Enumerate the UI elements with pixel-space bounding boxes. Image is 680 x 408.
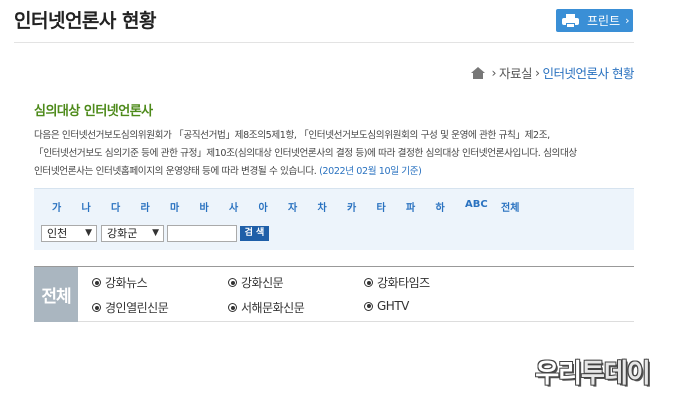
chevron-down-icon: ▼ [85,228,92,238]
breadcrumb-current: 인터넷언론사 현황 [542,66,635,81]
letter-link[interactable]: 라 [141,199,171,214]
section-title: 심의대상 인터넷언론사 [34,104,153,119]
section-description: 다음은 인터넷선거보도심의위원회가 「공직선거법」제8조의5제1항, 「인터넷선… [34,127,634,180]
description-line: 다음은 인터넷선거보도심의위원회가 「공직선거법」제8조의5제1항, 「인터넷선… [34,130,550,141]
district-select[interactable]: 강화군 ▼ [101,225,164,242]
description-line: 「인터넷선거보도 심의기준 등에 관한 규정」제10조(심의대상 인터넷언론사의… [34,147,577,159]
list-item[interactable]: 강화뉴스 [92,274,148,291]
list-item-label: 강화뉴스 [105,276,148,290]
print-button-label: 프린트 [587,14,621,28]
letter-link-all[interactable]: 전체 [501,199,531,214]
breadcrumb-item-archive[interactable]: 자료실 [499,63,533,82]
region-select-value: 인천 [47,227,68,240]
printer-icon [562,13,579,28]
letter-link-abc[interactable]: ABC [465,199,501,214]
letter-link[interactable]: 나 [82,199,112,214]
list-item-label: 서해문화신문 [241,301,305,315]
radio-bullet-icon [228,303,237,312]
letter-link[interactable]: 차 [318,199,348,214]
letter-link[interactable]: 카 [347,199,377,214]
letter-link[interactable]: 타 [377,199,407,214]
letter-link[interactable]: 다 [111,199,141,214]
list-item[interactable]: 경인열린신문 [92,299,169,316]
letter-link[interactable]: 마 [170,199,200,214]
list-item-label: 경인열린신문 [105,301,169,315]
breadcrumb-separator: › [535,65,540,80]
watermark-text: 투데이 [581,358,651,389]
radio-bullet-icon [228,278,237,287]
media-list: 전체 강화뉴스 강화신문 강화타임즈 경인열린신문 서해문화신문 GHTV [34,266,634,322]
letter-link[interactable]: 파 [406,199,436,214]
radio-bullet-icon [364,301,373,311]
radio-bullet-icon [92,303,101,312]
list-category-header: 전체 [34,267,78,322]
breadcrumb: › 자료실 › 인터넷언론사 현황 [470,63,635,82]
list-item[interactable]: 강화신문 [228,274,284,291]
chevron-down-icon: ▼ [152,228,159,238]
watermark-text: 우리 [535,358,582,389]
letter-link[interactable]: 아 [259,199,289,214]
list-item-label: GHTV [377,299,409,313]
list-item[interactable]: 강화타임즈 [364,274,430,291]
list-item[interactable]: GHTV [364,299,409,313]
letter-link[interactable]: 하 [436,199,466,214]
radio-bullet-icon [364,278,373,287]
page-title: 인터넷언론사 현황 [14,10,156,32]
description-date: (2022년 02월 10일 기준) [319,165,422,177]
radio-bullet-icon [92,278,101,287]
letter-link[interactable]: 바 [200,199,230,214]
description-line: 인터넷언론사는 인터넷홈페이지의 운영양태 등에 따라 변경될 수 있습니다. … [34,163,634,181]
filter-panel: 가 나 다 라 마 바 사 아 자 차 카 타 파 하 ABC 전체 인천 ▼ … [34,188,634,250]
breadcrumb-separator: › [491,65,497,80]
chevron-right-icon: › [625,14,630,27]
search-input[interactable] [167,225,237,242]
watermark-logo: 우리 투데이 [529,354,656,389]
initial-letter-nav: 가 나 다 라 마 바 사 아 자 차 카 타 파 하 ABC 전체 [52,199,531,214]
district-select-value: 강화군 [107,227,138,240]
region-select[interactable]: 인천 ▼ [41,225,97,242]
letter-link[interactable]: 사 [229,199,259,214]
letter-link[interactable]: 자 [288,199,318,214]
description-text: 인터넷언론사는 인터넷홈페이지의 운영양태 등에 따라 변경될 수 있습니다. [34,165,317,177]
home-icon[interactable] [470,66,485,79]
letter-link[interactable]: 가 [52,199,82,214]
print-button[interactable]: 프린트 › [556,9,633,32]
list-item-label: 강화타임즈 [377,276,430,290]
list-item-label: 강화신문 [241,276,284,290]
search-button[interactable]: 검 색 [240,226,269,241]
list-item[interactable]: 서해문화신문 [228,299,305,316]
header-divider [14,42,634,43]
